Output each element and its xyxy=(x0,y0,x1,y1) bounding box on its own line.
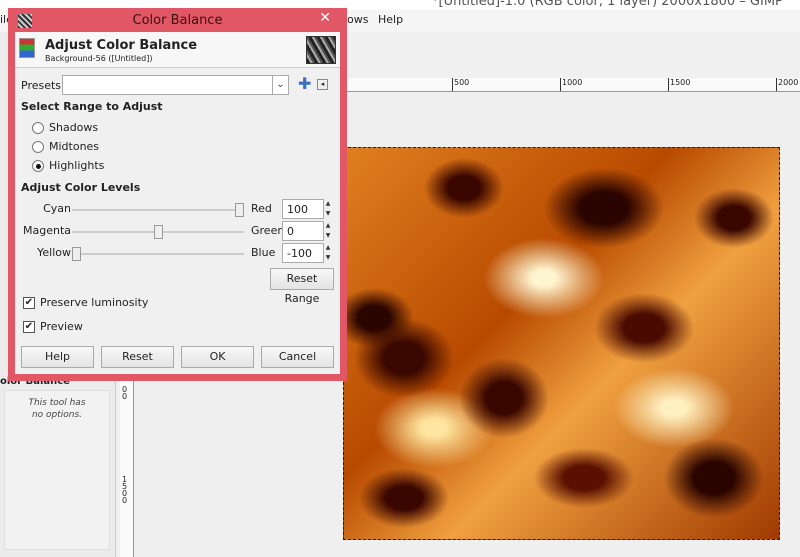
color-balance-dialog: Color Balance ✕ Adjust Color Balance Bac… xyxy=(8,8,347,381)
tool-options-text: This tool has xyxy=(28,398,86,408)
presets-label: Presets: xyxy=(21,79,65,92)
tool-options-text: no options. xyxy=(31,410,83,420)
chevron-down-icon[interactable]: ⌄ xyxy=(272,76,288,94)
checkbox[interactable]: ✔ xyxy=(23,321,35,333)
level-value-input[interactable]: 100 xyxy=(282,199,324,219)
checkbox[interactable]: ✔ xyxy=(23,297,35,309)
help-button[interactable]: Help xyxy=(21,346,94,368)
window-title: *[Untitled]-1.0 (RGB color, 1 layer) 200… xyxy=(432,0,783,9)
radio-button[interactable] xyxy=(32,122,44,134)
levels-heading: Adjust Color Levels xyxy=(21,181,141,194)
slider-handle[interactable] xyxy=(72,247,81,261)
level-left-label: Yellow xyxy=(37,246,71,259)
reset-button[interactable]: Reset xyxy=(101,346,174,368)
ruler-label: 1500 xyxy=(122,475,128,505)
level-slider[interactable] xyxy=(72,203,244,217)
checkbox-label: Preserve luminosity xyxy=(40,296,149,309)
dialog-header: Adjust Color Balance Background-56 ([Unt… xyxy=(15,32,340,68)
level-value-input[interactable]: -100 xyxy=(282,243,324,263)
color-balance-icon xyxy=(19,38,35,58)
radio-button[interactable] xyxy=(32,160,44,172)
ruler-label: 500 xyxy=(452,78,469,91)
radio-button[interactable] xyxy=(32,141,44,153)
range-heading: Select Range to Adjust xyxy=(21,100,163,113)
preset-menu-icon[interactable]: ◂ xyxy=(317,79,328,90)
spin-arrows-icon[interactable]: ▲ ▼ xyxy=(324,243,332,263)
image-canvas[interactable] xyxy=(343,147,780,540)
reset-range-button[interactable]: Reset Range xyxy=(270,268,334,305)
header-title: Adjust Color Balance xyxy=(45,38,198,53)
layer-thumbnail xyxy=(306,36,336,64)
ruler-label: 2000 xyxy=(776,78,798,91)
menu-windows[interactable]: lows xyxy=(344,13,369,26)
level-left-label: Cyan xyxy=(43,202,71,215)
tool-options-panel: This tool has no options. xyxy=(4,390,110,550)
level-slider[interactable] xyxy=(72,247,244,261)
ruler-label: 1000 xyxy=(560,78,582,91)
header-subtitle: Background-56 ([Untitled]) xyxy=(45,54,153,63)
close-icon[interactable]: ✕ xyxy=(319,10,331,26)
level-left-label: Magenta xyxy=(22,224,71,237)
level-slider[interactable] xyxy=(72,225,244,239)
level-right-label: Blue xyxy=(251,246,276,259)
cancel-button[interactable]: Cancel xyxy=(261,346,334,368)
slider-handle[interactable] xyxy=(235,203,244,217)
level-right-label: Green xyxy=(251,224,285,237)
radio-label: Shadows xyxy=(49,121,99,134)
menu-help[interactable]: Help xyxy=(378,13,403,26)
spin-arrows-icon[interactable]: ▲ ▼ xyxy=(324,221,332,241)
radio-label: Midtones xyxy=(49,140,100,153)
dialog-body: Adjust Color Balance Background-56 ([Unt… xyxy=(15,32,340,374)
ruler-label: 1500 xyxy=(668,78,690,91)
dialog-title: Color Balance xyxy=(132,13,223,28)
checkbox-label: Preview xyxy=(40,320,83,333)
radio-label: Highlights xyxy=(49,159,105,172)
add-preset-icon[interactable]: ✚ xyxy=(298,74,311,93)
level-value-input[interactable]: 0 xyxy=(282,221,324,241)
level-right-label: Red xyxy=(251,202,272,215)
ruler-label: 00 xyxy=(122,385,128,401)
presets-dropdown[interactable]: ⌄ xyxy=(62,75,289,95)
ok-button[interactable]: OK xyxy=(181,346,254,368)
spin-arrows-icon[interactable]: ▲ ▼ xyxy=(324,199,332,219)
slider-handle[interactable] xyxy=(153,225,163,239)
